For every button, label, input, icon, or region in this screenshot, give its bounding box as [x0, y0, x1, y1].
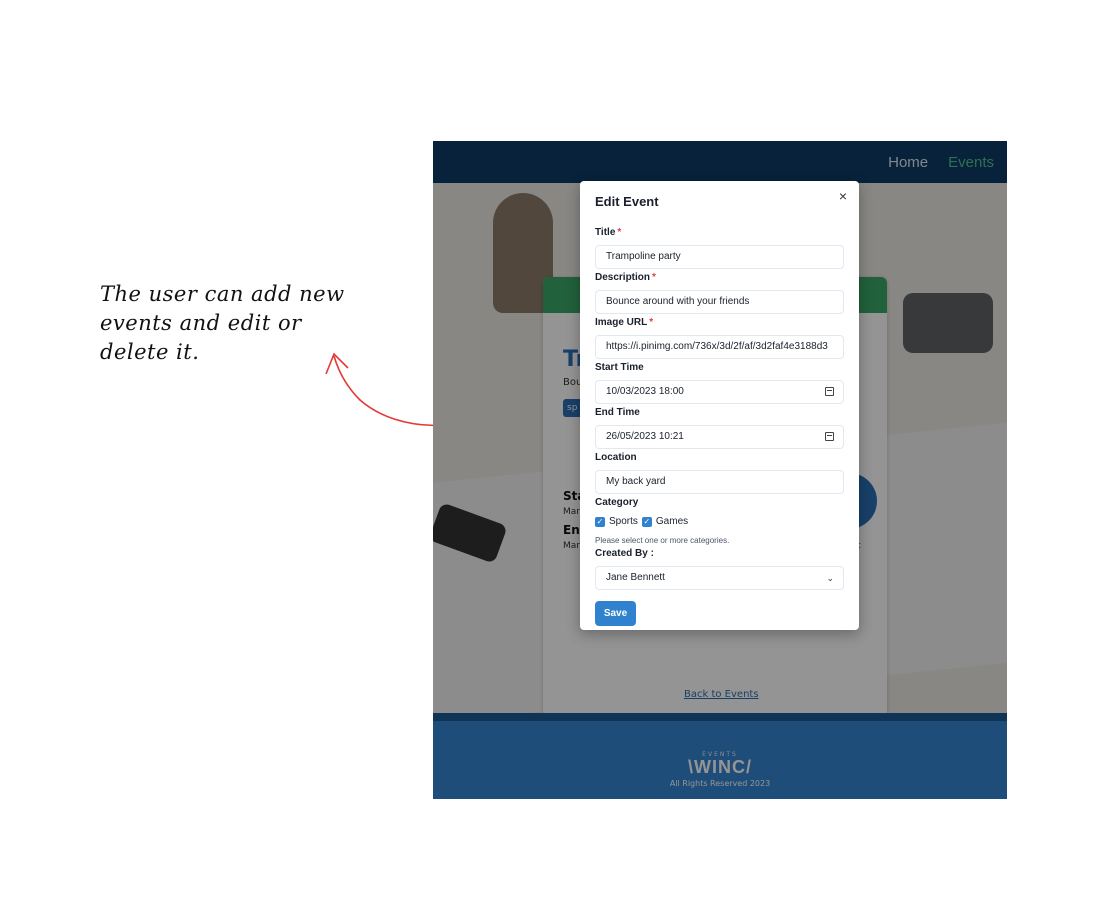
- start-time-value: 10/03/2023 18:00: [606, 386, 684, 397]
- title-label: Title *: [595, 227, 622, 238]
- required-mark: *: [652, 272, 656, 283]
- required-mark: *: [617, 227, 622, 238]
- calendar-icon[interactable]: [825, 387, 834, 396]
- location-label: Location: [595, 452, 637, 463]
- save-button[interactable]: Save: [595, 601, 636, 626]
- edit-event-modal: Edit Event × Title * Trampoline party Des…: [580, 181, 859, 630]
- description-label: Description *: [595, 272, 656, 283]
- calendar-icon[interactable]: [825, 432, 834, 441]
- category-sports-label: Sports: [609, 516, 638, 527]
- start-time-label: Start Time: [595, 362, 644, 373]
- image-url-field[interactable]: https://i.pinimg.com/736x/3d/2f/af/3d2fa…: [595, 335, 844, 359]
- required-mark: *: [649, 317, 654, 328]
- end-time-field[interactable]: 26/05/2023 10:21: [595, 425, 844, 449]
- modal-title: Edit Event: [595, 194, 659, 209]
- start-time-field[interactable]: 10/03/2023 18:00: [595, 380, 844, 404]
- category-checkboxes: ✓ Sports ✓ Games: [595, 516, 688, 527]
- category-games-label: Games: [655, 516, 689, 527]
- created-by-value: Jane Bennett: [606, 572, 665, 583]
- location-field[interactable]: My back yard: [595, 470, 844, 494]
- end-time-value: 26/05/2023 10:21: [606, 431, 684, 442]
- category-label: Category: [595, 497, 639, 508]
- chevron-down-icon: ⌄: [826, 573, 834, 583]
- close-icon[interactable]: ×: [836, 189, 850, 203]
- created-by-select[interactable]: Jane Bennett ⌄: [595, 566, 844, 590]
- annotation-line: events and edit or: [100, 311, 302, 335]
- end-time-label: End Time: [595, 407, 640, 418]
- checkbox-games[interactable]: ✓: [641, 516, 652, 527]
- title-field[interactable]: Trampoline party: [595, 245, 844, 269]
- description-field[interactable]: Bounce around with your friends: [595, 290, 844, 314]
- annotation-line: The user can add new: [100, 282, 345, 306]
- category-helper-text: Please select one or more categories.: [595, 536, 730, 545]
- checkbox-sports[interactable]: ✓: [595, 516, 605, 527]
- image-url-label: Image URL *: [595, 317, 654, 328]
- created-by-label: Created By :: [595, 548, 654, 559]
